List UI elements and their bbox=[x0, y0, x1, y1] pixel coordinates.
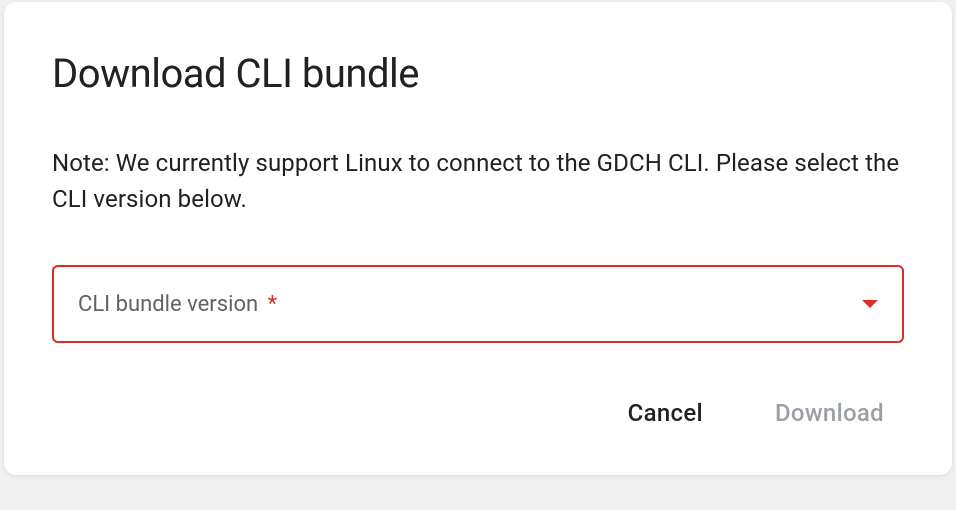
download-button[interactable]: Download bbox=[771, 391, 888, 435]
select-label-text: CLI bundle version bbox=[78, 292, 258, 317]
select-label: CLI bundle version * bbox=[78, 292, 862, 317]
chevron-down-icon bbox=[862, 300, 878, 308]
dialog-description: Note: We currently support Linux to conn… bbox=[52, 145, 904, 217]
dialog-actions: Cancel Download bbox=[52, 391, 904, 435]
download-cli-dialog: Download CLI bundle Note: We currently s… bbox=[4, 2, 952, 475]
cancel-button[interactable]: Cancel bbox=[624, 391, 707, 435]
required-asterisk: * bbox=[268, 292, 277, 317]
dialog-title: Download CLI bundle bbox=[52, 50, 904, 97]
cli-version-select[interactable]: CLI bundle version * bbox=[52, 265, 904, 343]
